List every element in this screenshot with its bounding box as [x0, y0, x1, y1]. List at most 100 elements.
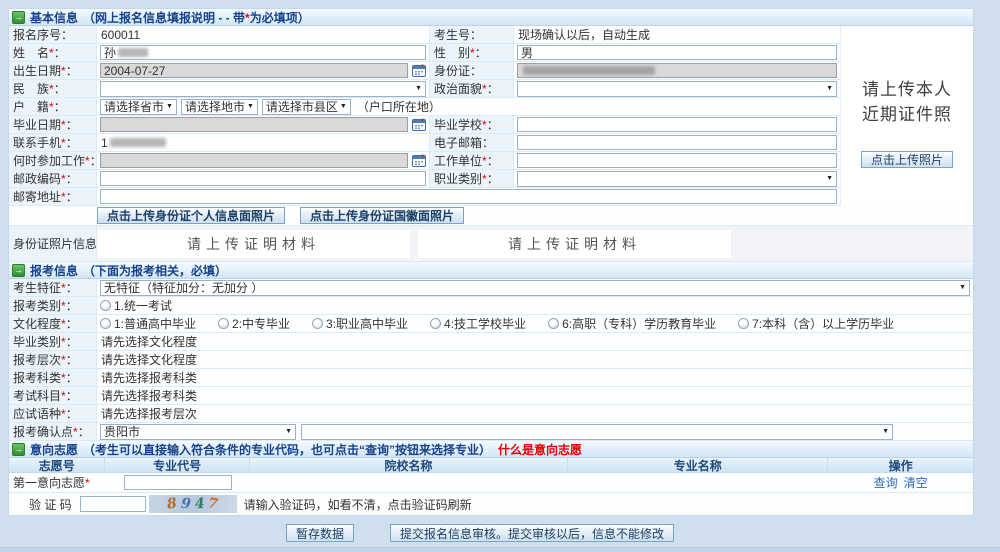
- id-back-placeholder[interactable]: 请上传证明材料: [418, 230, 731, 258]
- education-level-option-4[interactable]: 6:高职（专科）学历教育毕业: [548, 315, 716, 332]
- radio-icon[interactable]: [100, 318, 111, 329]
- column-header-1: 专业代号: [105, 458, 250, 472]
- radio-icon[interactable]: [430, 318, 441, 329]
- radio-icon[interactable]: [218, 318, 229, 329]
- graduation-date-input[interactable]: [100, 117, 408, 132]
- confirmation-point-select-0[interactable]: 贵阳市▼: [100, 424, 296, 440]
- household-select-0[interactable]: 请选择省市▼: [100, 99, 177, 115]
- education-level-option-2[interactable]: 3:职业高中毕业: [312, 315, 408, 332]
- chevron-down-icon: ▼: [283, 428, 292, 435]
- calendar-icon[interactable]: [412, 118, 426, 131]
- what-is-choice-link[interactable]: 什么是意向志愿: [498, 441, 582, 458]
- radio-icon[interactable]: [312, 318, 323, 329]
- mobile-value: 1: [100, 136, 166, 150]
- hukou-note: （户口所在地）: [357, 98, 441, 115]
- graduation-school-input[interactable]: [517, 117, 837, 132]
- apply-subject-category-label: 报考科类*：: [9, 369, 97, 386]
- form-row: 毕业类别*：请先选择文化程度: [9, 333, 973, 351]
- occupation-select[interactable]: ▼: [517, 171, 837, 187]
- form-row: 文化程度*：1:普通高中毕业2:中专毕业3:职业高中毕业4:技工学校毕业6:高职…: [9, 315, 973, 333]
- calendar-icon[interactable]: [412, 64, 426, 77]
- apply-level-label: 报考层次*：: [9, 351, 97, 368]
- education-level-option-0[interactable]: 1:普通高中毕业: [100, 315, 196, 332]
- captcha-digit: 9: [180, 497, 191, 512]
- query-link[interactable]: 查询: [874, 474, 898, 491]
- apply-subject-category-value: 请先选择报考科类: [100, 369, 197, 386]
- captcha-row: 验 证 码 8947 请输入验证码，如看不清，点击验证码刷新: [9, 493, 973, 515]
- radio-icon[interactable]: [738, 318, 749, 329]
- name-label: 姓 名*：: [9, 44, 97, 61]
- photo-placeholder-text: 请上传本人 近期证件照: [862, 78, 952, 127]
- postal-code-input[interactable]: [100, 171, 426, 186]
- form-row: 邮政编码*：职业类别*：▼: [9, 170, 840, 188]
- section-subtitle: （下面为报考相关，必填）: [83, 262, 227, 279]
- form-row: 姓 名*：孙性 别*：男: [9, 44, 840, 62]
- graduation-school-label: 毕业学校*：: [429, 116, 514, 133]
- submit-review-button[interactable]: 提交报名信息审核。提交审核以后，信息不能修改: [390, 524, 674, 542]
- form-row: 何时参加工作*：工作单位*：: [9, 152, 840, 170]
- exam-registration-page: { "ui": { "colon": "：", "dropdown_arrow"…: [0, 0, 1000, 552]
- political-status-select[interactable]: ▼: [517, 81, 837, 97]
- column-header-2: 院校名称: [250, 458, 568, 472]
- save-draft-button[interactable]: 暂存数据: [286, 524, 354, 542]
- calendar-icon[interactable]: [412, 154, 426, 167]
- captcha-image[interactable]: 8947: [149, 495, 237, 513]
- household-select-1[interactable]: 请选择地市▼: [181, 99, 258, 115]
- upload-id-front-button[interactable]: 点击上传身份证个人信息面照片: [97, 207, 285, 224]
- redacted-text: [523, 66, 655, 75]
- chevron-down-icon: ▼: [880, 428, 889, 435]
- column-header-3: 专业名称: [568, 458, 828, 472]
- exam-subjects-label: 考试科目*：: [9, 387, 97, 404]
- ethnicity-select[interactable]: ▼: [100, 81, 426, 97]
- graduation-type-value: 请先选择文化程度: [100, 333, 197, 350]
- radio-icon[interactable]: [548, 318, 559, 329]
- household-select-2[interactable]: 请选择市县区▼: [262, 99, 351, 115]
- gender-label: 性 别*：: [429, 44, 514, 61]
- exam-language-label: 应试语种*：: [9, 405, 97, 422]
- name-input[interactable]: 孙: [100, 45, 426, 60]
- birth-date-input[interactable]: 2004-07-27: [100, 63, 408, 78]
- captcha-input[interactable]: [80, 496, 146, 512]
- basic-info-rows: 报名序号：600011考生号：现场确认以后，自动生成姓 名*：孙性 别*：男出生…: [9, 26, 840, 206]
- work-start-input[interactable]: [100, 153, 408, 168]
- form-row: 报考科类*：请先选择报考科类: [9, 369, 973, 387]
- id-front-placeholder[interactable]: 请上传证明材料: [97, 230, 410, 258]
- form-row: 报名序号：600011考生号：现场确认以后，自动生成: [9, 26, 840, 44]
- work-unit-input[interactable]: [517, 153, 837, 168]
- confirmation-point-select-1[interactable]: ▼: [301, 424, 893, 440]
- clear-link[interactable]: 清空: [904, 474, 928, 491]
- section-header-basic-info: → 基本信息 （网上报名信息填报说明 - - 带*为必填项）: [9, 9, 973, 26]
- photo-upload-panel: 请上传本人 近期证件照 点击上传照片: [840, 26, 973, 206]
- ethnicity-label: 民 族*：: [9, 80, 97, 97]
- exam-category-option-0[interactable]: 1.统一考试: [100, 297, 172, 314]
- captcha-hint: 请输入验证码，如看不清，点击验证码刷新: [244, 496, 472, 513]
- column-header-0: 志愿号: [9, 458, 105, 472]
- footer-actions: 暂存数据 提交报名信息审核。提交审核以后，信息不能修改: [0, 524, 960, 542]
- school-name-cell: [250, 473, 568, 492]
- major-code-input[interactable]: [124, 475, 232, 490]
- mobile-label: 联系手机*：: [9, 134, 97, 151]
- exam-subjects-value: 请先选择报考科类: [100, 387, 197, 404]
- mailing-address-input[interactable]: [100, 189, 837, 204]
- bottom-strip: [0, 547, 1000, 552]
- education-level-option-5[interactable]: 7:本科（含）以上学历毕业: [738, 315, 894, 332]
- exam-info-rows: 考生特征*：无特征（特征加分：无加分 ）▼报考类别*：1.统一考试文化程度*：1…: [9, 279, 973, 441]
- confirmation-point-label: 报考确认点*：: [9, 423, 97, 440]
- upload-id-back-button[interactable]: 点击上传身份证国徽面照片: [300, 207, 464, 224]
- upload-photo-button[interactable]: 点击上传照片: [861, 151, 953, 168]
- gender-input[interactable]: 男: [517, 45, 837, 60]
- green-arrow-icon: →: [12, 264, 25, 277]
- id-number-input[interactable]: [517, 63, 837, 78]
- registration-form-panel: → 基本信息 （网上报名信息填报说明 - - 带*为必填项） 报名序号：6000…: [8, 8, 974, 516]
- id-photo-info-row: 身份证照片信息： 请上传证明材料 请上传证明材料: [9, 226, 973, 262]
- education-level-option-1[interactable]: 2:中专毕业: [218, 315, 290, 332]
- basic-info-body: 报名序号：600011考生号：现场确认以后，自动生成姓 名*：孙性 别*：男出生…: [9, 26, 973, 206]
- section-title: 报考信息: [30, 262, 78, 279]
- email-input[interactable]: [517, 135, 837, 150]
- id-photo-placeholders: 请上传证明材料 请上传证明材料: [97, 226, 973, 261]
- candidate-feature-select[interactable]: 无特征（特征加分：无加分 ）▼: [100, 280, 970, 296]
- chevron-down-icon: ▼: [957, 284, 966, 291]
- radio-icon[interactable]: [100, 300, 111, 311]
- education-level-option-3[interactable]: 4:技工学校毕业: [430, 315, 526, 332]
- form-row: 报考类别*：1.统一考试: [9, 297, 973, 315]
